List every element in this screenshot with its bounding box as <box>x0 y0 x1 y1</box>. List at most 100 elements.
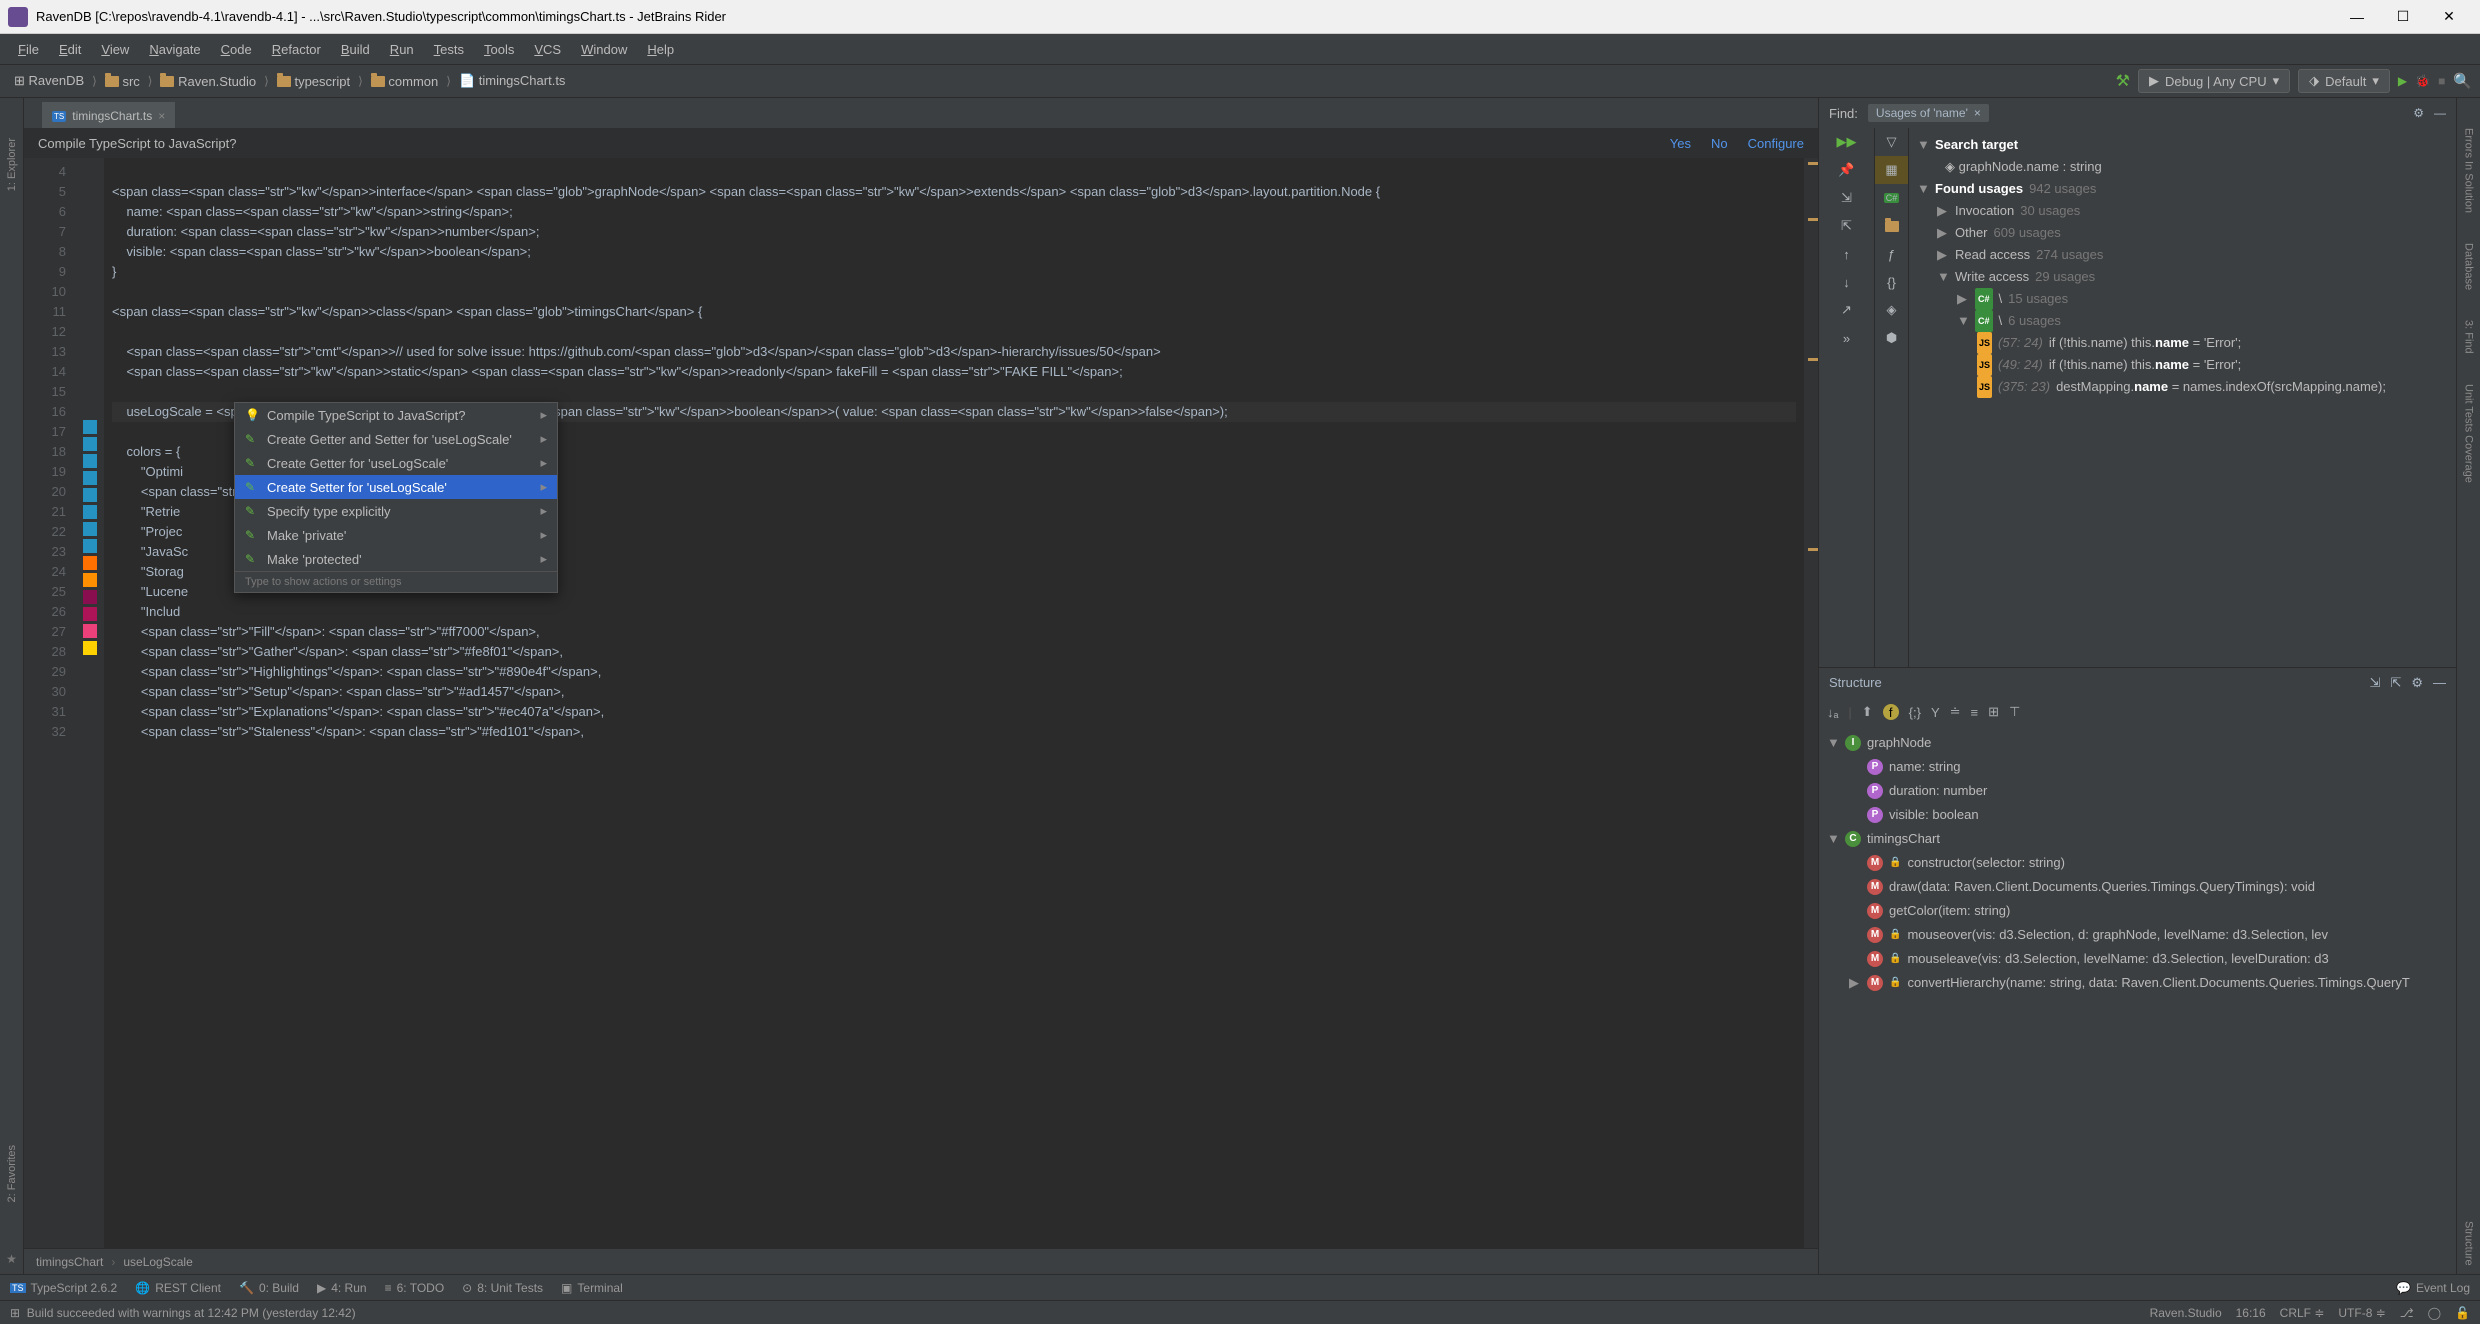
more-icon[interactable]: » <box>1819 324 1874 352</box>
run-tool[interactable]: ▶ 4: Run <box>317 1281 367 1295</box>
database-tool[interactable]: Database <box>2463 243 2475 290</box>
folder-icon[interactable] <box>1875 212 1908 240</box>
ts-version[interactable]: TSTypeScript 2.6.2 <box>10 1281 117 1295</box>
todo-tool[interactable]: ≡ 6: TODO <box>385 1281 445 1295</box>
pin-icon[interactable]: 📌 <box>1819 156 1874 184</box>
intention-item[interactable]: 💡Compile TypeScript to JavaScript?▸ <box>235 403 557 427</box>
unittests-tool[interactable]: ⊙ 8: Unit Tests <box>462 1281 543 1295</box>
gear-icon[interactable]: ⚙ <box>2411 675 2423 691</box>
run-icon[interactable]: ▶ <box>2398 74 2407 88</box>
structure-row[interactable]: M🔒mouseover(vis: d3.Selection, d: graphN… <box>1827 923 2448 947</box>
favorites-tool[interactable]: 2: Favorites <box>6 1145 18 1202</box>
rerun-icon[interactable]: ▶▶ <box>1819 128 1874 156</box>
structure-row[interactable]: ▼IgraphNode <box>1827 731 2448 755</box>
breadcrumb-item[interactable]: ⊞ RavenDB <box>8 73 90 89</box>
find-result-row[interactable]: ▶Read access 274 usages <box>1917 244 2448 266</box>
structure-row[interactable]: ▶M🔒convertHierarchy(name: string, data: … <box>1827 971 2448 995</box>
structure-row[interactable]: Pname: string <box>1827 755 2448 779</box>
vcs-icon[interactable]: ◈ <box>1875 296 1908 324</box>
rest-client[interactable]: 🌐 REST Client <box>135 1281 221 1295</box>
menu-help[interactable]: Help <box>637 42 684 57</box>
find-result-row[interactable]: ▼Write access 29 usages <box>1917 266 2448 288</box>
coverage-tool[interactable]: Unit Tests Coverage <box>2463 384 2475 483</box>
code-editor[interactable]: 4567891011121314151617181920212223242526… <box>24 158 1818 1248</box>
find-tab[interactable]: Usages of 'name' × <box>1868 104 1989 122</box>
errors-tool[interactable]: Errors In Solution <box>2463 128 2475 213</box>
structure-row[interactable]: ▼CtimingsChart <box>1827 827 2448 851</box>
breadcrumb-item[interactable]: src <box>99 74 146 89</box>
menu-tests[interactable]: Tests <box>424 42 474 57</box>
menu-edit[interactable]: Edit <box>49 42 91 57</box>
collapse-icon[interactable]: ⇱ <box>1819 212 1874 240</box>
structure-row[interactable]: M🔒mouseleave(vis: d3.Selection, levelNam… <box>1827 947 2448 971</box>
close-icon[interactable]: × <box>1974 106 1981 120</box>
structure-tool[interactable]: Structure <box>2463 1221 2475 1266</box>
intention-item[interactable]: ✎Create Getter for 'useLogScale'▸ <box>235 451 557 475</box>
cs-icon[interactable]: C# <box>1875 184 1908 212</box>
maximize-button[interactable]: ☐ <box>2380 2 2426 32</box>
find-results-tree[interactable]: ▼Search target◈ graphNode.name : string▼… <box>1909 128 2456 667</box>
structure-tree[interactable]: ▼IgraphNodePname: stringPduration: numbe… <box>1819 727 2456 1274</box>
expand-all-icon[interactable]: ⇲ <box>2370 675 2381 691</box>
menu-refactor[interactable]: Refactor <box>262 42 331 57</box>
minimize-icon[interactable]: — <box>2434 106 2446 120</box>
inherit-icon[interactable]: ⬆ <box>1862 704 1873 720</box>
breadcrumb-item[interactable]: typescript <box>271 74 356 89</box>
intention-item[interactable]: ✎Create Getter and Setter for 'useLogSca… <box>235 427 557 451</box>
event-log[interactable]: 💬 Event Log <box>2396 1281 2470 1295</box>
stop-icon[interactable]: ■ <box>2438 74 2445 88</box>
search-icon[interactable]: 🔍 <box>2453 72 2472 90</box>
run-config-combo[interactable]: ▶ Debug | Any CPU ▾ <box>2138 69 2290 93</box>
up-icon[interactable]: ↑ <box>1819 240 1874 268</box>
find-result-row[interactable]: ▶Invocation 30 usages <box>1917 200 2448 222</box>
terminal-tool[interactable]: ▣ Terminal <box>561 1281 623 1295</box>
breadcrumb-item[interactable]: Raven.Studio <box>154 74 262 89</box>
menu-navigate[interactable]: Navigate <box>139 42 210 57</box>
intention-item[interactable]: ✎Create Setter for 'useLogScale'▸ <box>235 475 557 499</box>
export-icon[interactable]: ↗ <box>1819 296 1874 324</box>
find-result-row[interactable]: JS(57: 24)if (!this.name) this.name = 'E… <box>1917 332 2448 354</box>
collapse-all-icon[interactable]: ⇱ <box>2390 675 2401 691</box>
find-result-row[interactable]: JS(49: 24)if (!this.name) this.name = 'E… <box>1917 354 2448 376</box>
usage-icon[interactable]: {} <box>1875 268 1908 296</box>
banner-yes[interactable]: Yes <box>1670 136 1691 151</box>
crumb-class[interactable]: timingsChart <box>36 1255 103 1269</box>
inspection-icon[interactable]: ◯ <box>2428 1306 2441 1320</box>
minimize-icon[interactable]: — <box>2433 675 2446 691</box>
menu-run[interactable]: Run <box>380 42 424 57</box>
banner-configure[interactable]: Configure <box>1748 136 1804 151</box>
fields-icon[interactable]: f <box>1883 704 1899 720</box>
crumb-member[interactable]: useLogScale <box>123 1255 192 1269</box>
banner-no[interactable]: No <box>1711 136 1728 151</box>
t1-icon[interactable]: Y <box>1931 705 1940 720</box>
minimap[interactable] <box>1804 158 1818 1248</box>
structure-row[interactable]: Pduration: number <box>1827 779 2448 803</box>
git-icon[interactable]: ⎇ <box>2400 1306 2414 1320</box>
inspect-config-combo[interactable]: ⬗ Default ▾ <box>2298 69 2390 93</box>
menu-code[interactable]: Code <box>211 42 262 57</box>
close-button[interactable]: ✕ <box>2426 2 2472 32</box>
menu-tools[interactable]: Tools <box>474 42 524 57</box>
hammer-icon[interactable]: ⚒ <box>2116 71 2130 91</box>
down-icon[interactable]: ↓ <box>1819 268 1874 296</box>
cube-icon[interactable]: ⬢ <box>1875 324 1908 352</box>
expand-icon[interactable]: ⇲ <box>1819 184 1874 212</box>
menu-vcs[interactable]: VCS <box>524 42 571 57</box>
sort-icon[interactable]: ↓ₐ <box>1827 705 1838 720</box>
t4-icon[interactable]: ⊞ <box>1988 704 1999 720</box>
menu-window[interactable]: Window <box>571 42 637 57</box>
star-icon[interactable]: ★ <box>6 1252 17 1266</box>
menu-file[interactable]: File <box>8 42 49 57</box>
menu-view[interactable]: View <box>91 42 139 57</box>
find-result-row[interactable]: ▶Other 609 usages <box>1917 222 2448 244</box>
explorer-tool[interactable]: 1: Explorer <box>6 138 18 191</box>
t3-icon[interactable]: ≡ <box>1971 705 1979 720</box>
intention-item[interactable]: ✎Specify type explicitly▸ <box>235 499 557 523</box>
braces-icon[interactable]: {;} <box>1909 705 1921 720</box>
status-lineend[interactable]: CRLF ≑ <box>2280 1306 2325 1320</box>
status-position[interactable]: 16:16 <box>2236 1306 2266 1320</box>
structure-row[interactable]: MgetColor(item: string) <box>1827 899 2448 923</box>
find-result-row[interactable]: ▶C#\ 15 usages <box>1917 288 2448 310</box>
intention-item[interactable]: ✎Make 'private'▸ <box>235 523 557 547</box>
status-encoding[interactable]: UTF-8 ≑ <box>2338 1306 2385 1320</box>
